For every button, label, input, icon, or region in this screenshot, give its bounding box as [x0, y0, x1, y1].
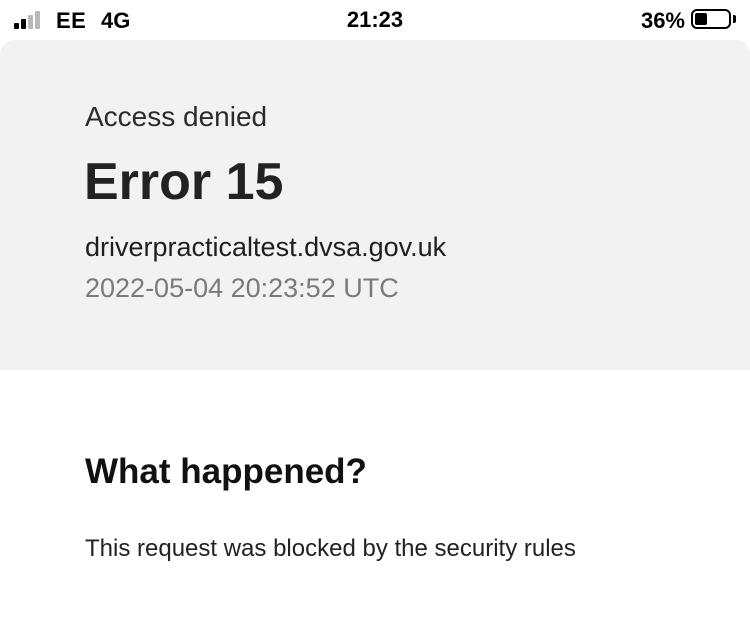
battery-tip	[733, 15, 736, 23]
details-body: This request was blocked by the security…	[85, 535, 576, 562]
battery-percentage: 36%	[640, 8, 685, 33]
error-title: Access denied	[85, 101, 268, 132]
battery-level-fill	[695, 13, 707, 25]
details-heading: What happened?	[85, 452, 367, 491]
status-time: 21:23	[346, 7, 404, 32]
error-domain: driverpracticaltest.dvsa.gov.uk	[85, 232, 447, 262]
error-timestamp: 2022-05-04 20:23:52 UTC	[85, 273, 399, 303]
battery-icon	[691, 9, 731, 29]
error-panel: Access denied Error 15 driverpracticalte…	[0, 40, 750, 370]
status-bar: EE 4G 21:23 36%	[0, 0, 750, 40]
error-code: Error 15	[84, 153, 284, 211]
